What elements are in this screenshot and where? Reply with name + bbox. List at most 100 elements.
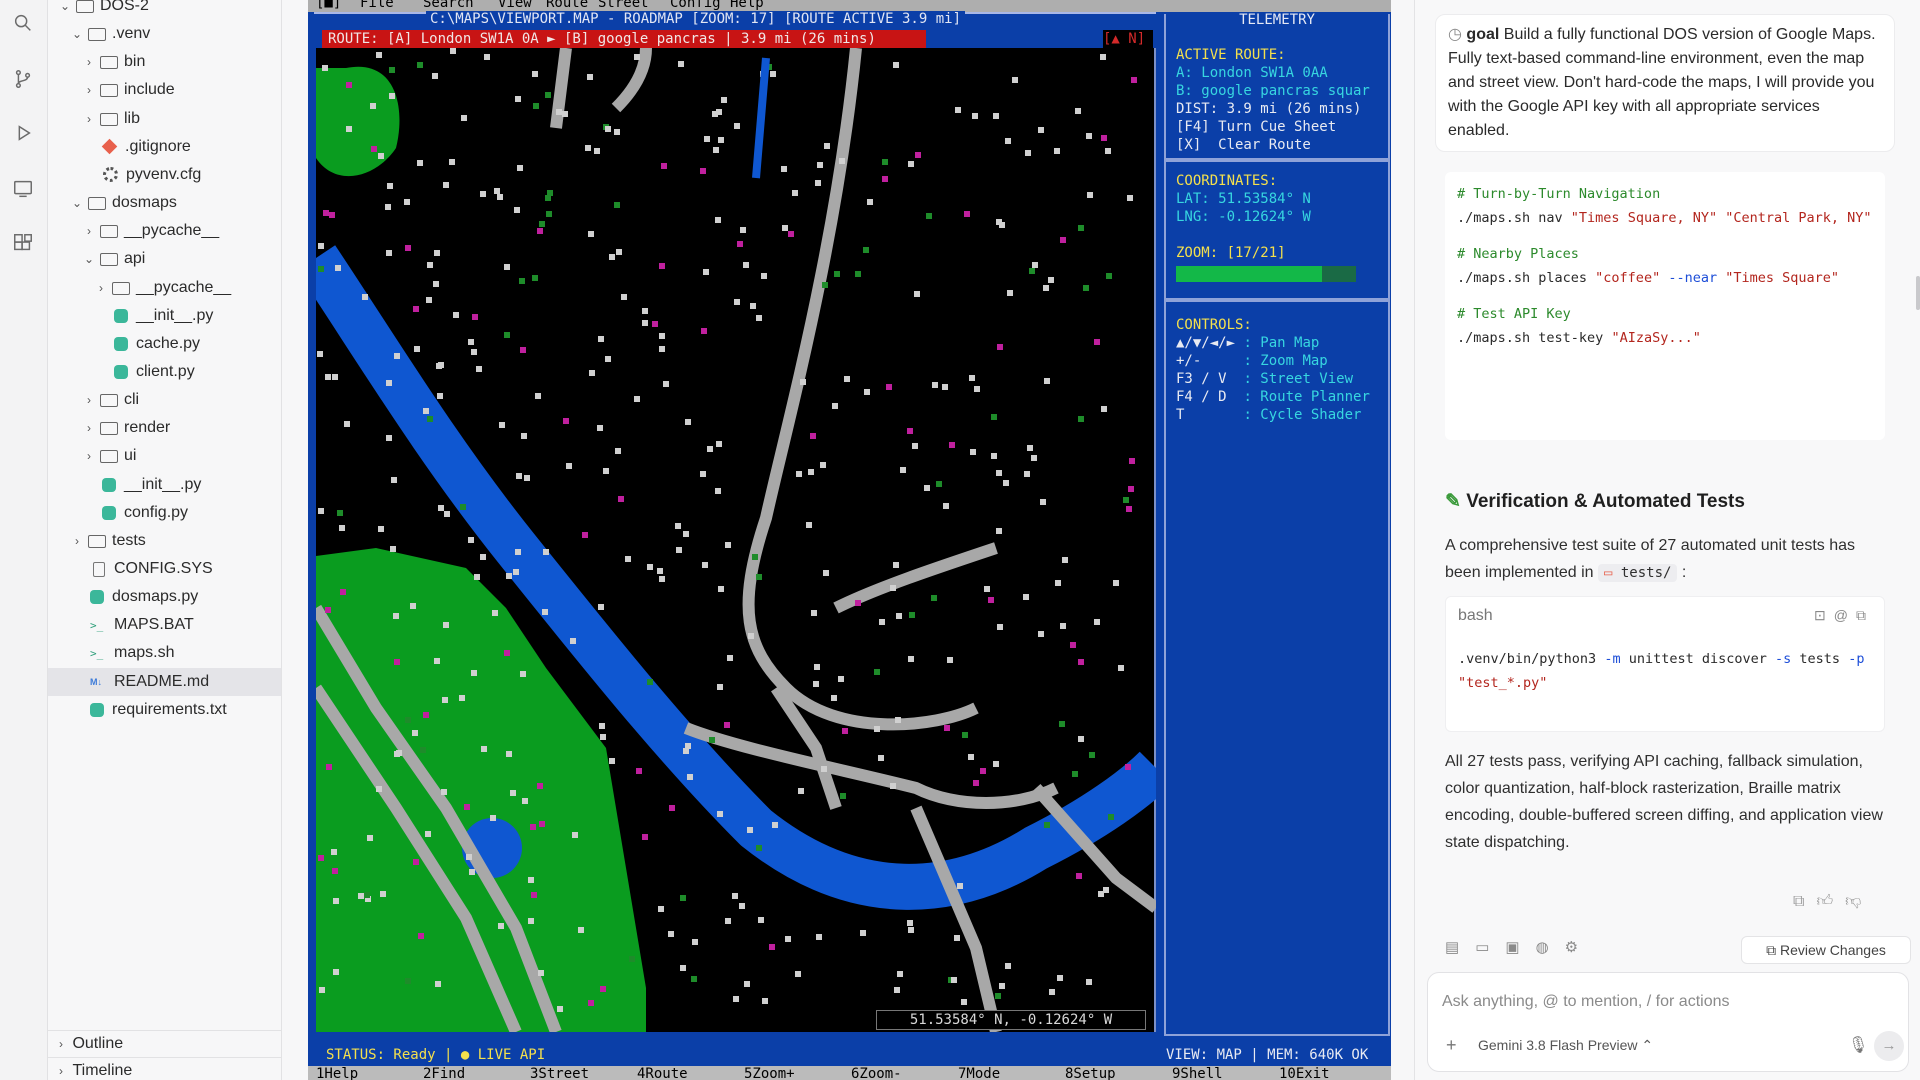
map-pixel [879,619,885,625]
remote-explorer-icon[interactable] [10,176,36,202]
file-icon[interactable]: ▤ [1445,939,1475,956]
turn-cue-option[interactable]: [F4] Turn Cue Sheet [1176,118,1370,136]
search-icon[interactable] [10,10,36,36]
map-pixel [974,386,980,392]
copy-icon[interactable]: ⧉ [1793,893,1816,910]
code-arg: "coffee" [1595,270,1661,286]
folder-item[interactable]: › include [48,76,281,104]
folder-item[interactable]: › lib [48,105,281,133]
scrollbar[interactable] [1916,276,1920,310]
chevron-down-icon: ⌄ [83,252,95,267]
file-item[interactable]: __init__.py [48,302,281,330]
map-pixel [936,481,942,487]
function-key[interactable]: 4Route [637,1067,688,1080]
folder-item[interactable]: › render [48,414,281,442]
function-key[interactable]: 8Setup [1065,1067,1116,1080]
map-render[interactable] [316,48,1156,1032]
dos-menu-item[interactable]: File [360,0,394,10]
terminal-icon[interactable]: ▣ [1505,939,1535,956]
folder-item[interactable]: ⌄ api [48,245,281,273]
folder-item[interactable]: ⌄ .venv [48,20,281,48]
file-item[interactable]: client.py [48,358,281,386]
dos-menu-item[interactable]: Help [730,0,764,10]
folder-item[interactable]: › cli [48,386,281,414]
file-item[interactable]: >_ MAPS.BAT [48,611,281,639]
review-changes-button[interactable]: ⧉ Review Changes [1741,936,1911,964]
map-pixel [1023,594,1029,600]
function-key[interactable]: 7Mode [958,1067,1000,1080]
function-key[interactable]: 2Find [423,1067,465,1080]
file-item[interactable]: cache.py [48,330,281,358]
folder-item[interactable]: ⌄ dosmaps [48,189,281,217]
file-item[interactable]: CONFIG.SYS [48,555,281,583]
add-context-button[interactable]: + [1446,1035,1457,1056]
function-key[interactable]: 10Exit [1279,1067,1330,1080]
file-item[interactable]: M↓ README.md [48,667,281,696]
settings-icon[interactable]: ⚙ [1565,939,1594,956]
map-pixel [521,433,527,439]
function-key[interactable]: 6Zoom- [851,1067,902,1080]
function-key[interactable]: 5Zoom+ [744,1067,795,1080]
folder-item[interactable]: › __pycache__ [48,217,281,245]
map-pixel [908,927,914,933]
file-item[interactable]: >_ maps.sh [48,639,281,667]
map-pixel [417,160,423,166]
dos-menu-item[interactable]: Street [598,0,649,10]
outline-section[interactable]: › Outline [48,1030,281,1057]
dosmaps-terminal[interactable]: [■] File Search View Route Street Config Help C… [308,0,1391,1080]
dos-menu-item[interactable]: [■] [316,0,341,10]
file-item[interactable]: requirements.txt [48,696,281,724]
run-debug-icon[interactable] [10,120,36,146]
chat-input[interactable]: Ask anything, @ to mention, / for action… [1442,993,1730,1011]
dos-menu-item[interactable]: Config [670,0,721,10]
browser-icon[interactable]: ▭ [1475,939,1505,956]
timeline-section[interactable]: › Timeline [48,1057,281,1080]
copy-icon[interactable]: ⧉ [1856,607,1874,623]
chat-input-box[interactable]: Ask anything, @ to mention, / for action… [1427,972,1909,1072]
file-item[interactable]: pyvenv.cfg [48,161,281,189]
dos-menu-item[interactable]: Route [546,0,588,10]
file-item[interactable]: config.py [48,499,281,527]
map-pixel [570,638,576,644]
microphone-icon[interactable]: 🎙︎ [1848,1035,1868,1055]
folder-item[interactable]: › tests [48,527,281,555]
function-key[interactable]: 1Help [316,1067,358,1080]
map-pixel [1128,486,1134,492]
map-pixel [907,428,913,434]
thumbs-up-icon[interactable]: 👍︎ [1816,893,1845,910]
file-item[interactable]: dosmaps.py [48,583,281,611]
dos-menu-item[interactable]: View [498,0,532,10]
map-pixel [603,468,609,474]
folder-item[interactable]: › ui [48,442,281,470]
folder-item[interactable]: › bin [48,48,281,76]
map-pixel [820,462,826,468]
map-pixel [1105,148,1111,154]
map-pixel [520,671,526,677]
model-selector[interactable]: Gemini 3.8 Flash Preview ⌃ [1478,1037,1653,1054]
send-button[interactable]: → [1874,1031,1904,1061]
extensions-icon[interactable] [10,230,36,256]
file-item[interactable]: .gitignore [48,133,281,161]
map-pixel [838,676,844,682]
thumbs-down-icon[interactable]: 👎︎ [1845,893,1873,910]
clear-route-option[interactable]: [X] Clear Route [1176,136,1370,154]
insert-icon[interactable]: ⊡ [1814,607,1834,623]
map-pixel [1078,416,1084,422]
source-control-icon[interactable] [10,66,36,92]
function-key[interactable]: 3Street [530,1067,589,1080]
file-item[interactable]: __init__.py [48,471,281,499]
folder-chip[interactable]: ▭ tests/ [1597,564,1678,582]
globe-icon[interactable]: ◍ [1536,939,1565,956]
map-pixel [537,228,543,234]
dos-menu-item[interactable]: Search [423,0,474,10]
map-pixel [494,188,500,194]
map-pixel [331,849,337,855]
function-key[interactable]: 9Shell [1172,1067,1223,1080]
folder-item[interactable]: › __pycache__ [48,274,281,302]
map-pixel [346,82,352,88]
map-pixel [418,933,424,939]
item-label: .venv [112,25,151,43]
mention-icon[interactable]: @ [1834,607,1856,623]
map-pixel [370,103,376,109]
folder-item[interactable]: ⌄ DOS-2 [48,0,281,20]
